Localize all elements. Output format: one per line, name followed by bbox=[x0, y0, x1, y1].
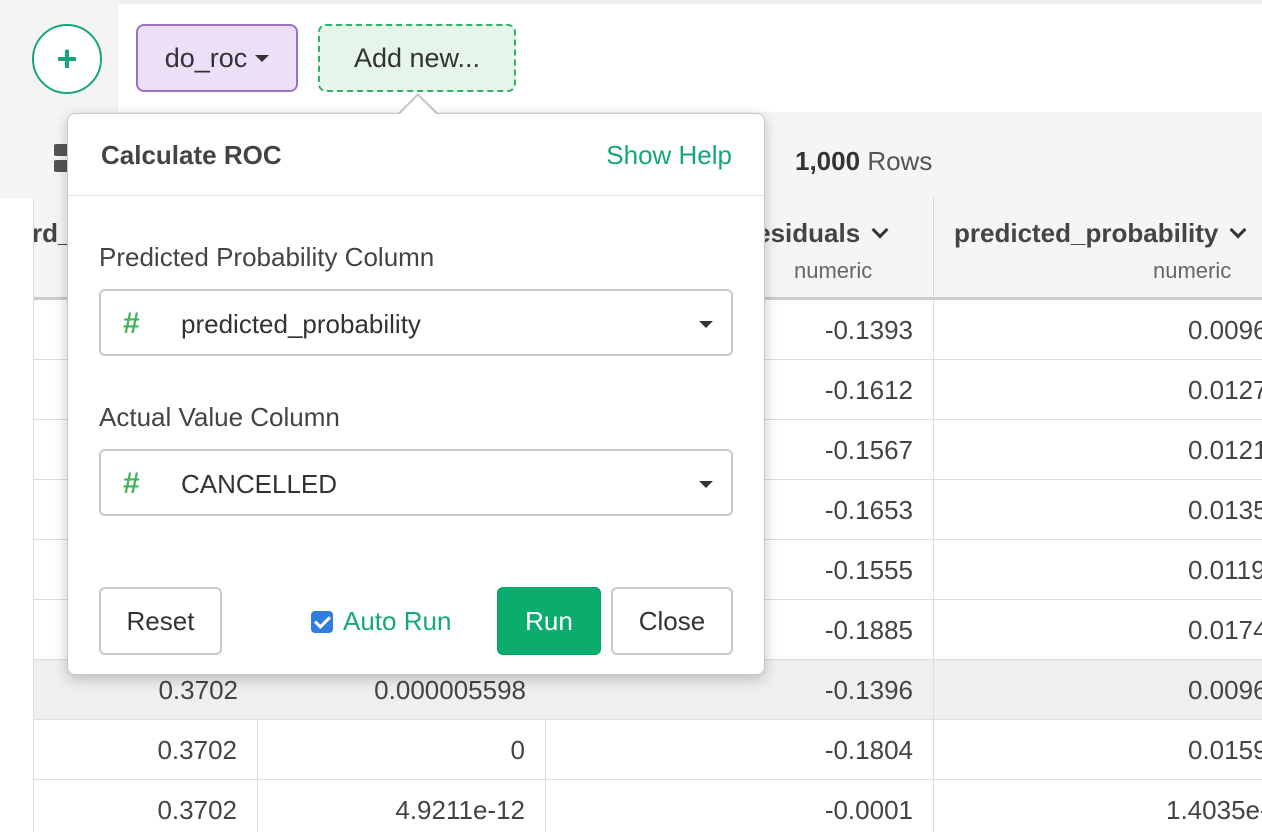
add-new-step-button[interactable]: Add new... bbox=[318, 24, 516, 92]
predicted-probability-select[interactable]: # predicted_probability bbox=[99, 289, 733, 356]
table-cell: 0.3702 bbox=[34, 720, 258, 780]
add-step-button[interactable]: + bbox=[32, 24, 102, 94]
table-cell: 0.0096 bbox=[934, 660, 1262, 720]
table-cell: 0.0121 bbox=[934, 420, 1262, 480]
row-count-suffix: Rows bbox=[867, 146, 933, 176]
plus-icon: + bbox=[56, 38, 78, 79]
column-type: numeric bbox=[1153, 258, 1232, 283]
calculate-roc-popover: Calculate ROC Show Help Predicted Probab… bbox=[67, 113, 765, 675]
show-help-link[interactable]: Show Help bbox=[606, 140, 732, 171]
table-cell: 4.9211e-12 bbox=[258, 780, 546, 832]
run-label: Run bbox=[525, 605, 573, 636]
table-cell: 1.4035e-9 bbox=[934, 780, 1262, 832]
table-row: 0.3702 0 -0.1804 0.0159 bbox=[34, 720, 1262, 780]
auto-run-label: Auto Run bbox=[343, 606, 452, 636]
chevron-down-icon bbox=[699, 321, 713, 328]
close-button[interactable]: Close bbox=[611, 587, 733, 655]
run-button[interactable]: Run bbox=[497, 587, 601, 655]
table-row: 0.3702 4.9211e-12 -0.0001 1.4035e-9 bbox=[34, 780, 1262, 832]
chevron-down-icon[interactable] bbox=[871, 221, 889, 239]
chevron-down-icon[interactable] bbox=[1229, 221, 1247, 239]
chevron-down-icon bbox=[255, 54, 270, 62]
add-new-label: Add new... bbox=[353, 42, 481, 73]
auto-run-toggle[interactable]: Auto Run bbox=[311, 606, 451, 637]
table-cell: 0.3702 bbox=[34, 780, 258, 832]
auto-run-checkbox[interactable] bbox=[311, 610, 333, 633]
table-cell: 0.0096 bbox=[934, 300, 1262, 360]
popover-arrow-fill bbox=[399, 96, 437, 115]
actual-value-value: CANCELLED bbox=[181, 469, 338, 499]
popover-header: Calculate ROC Show Help bbox=[68, 114, 764, 196]
actual-value-select[interactable]: # CANCELLED bbox=[99, 449, 733, 516]
actual-value-label: Actual Value Column bbox=[99, 402, 340, 432]
reset-button[interactable]: Reset bbox=[99, 587, 222, 655]
table-cell: 0.0135 bbox=[934, 480, 1262, 540]
table-cell: -0.1804 bbox=[546, 720, 934, 780]
table-cell: 0.0119 bbox=[934, 540, 1262, 600]
table-cell: 0.0127 bbox=[934, 360, 1262, 420]
column-name: residuals bbox=[746, 218, 889, 249]
table-cell: 0.0159 bbox=[934, 720, 1262, 780]
chevron-down-icon bbox=[699, 481, 713, 488]
column-type: numeric bbox=[794, 258, 873, 283]
predicted-probability-label: Predicted Probability Column bbox=[99, 242, 435, 272]
table-cell: 0.0174 bbox=[934, 600, 1262, 660]
numeric-type-icon: # bbox=[123, 467, 140, 500]
table-cell: -0.0001 bbox=[546, 780, 934, 832]
numeric-type-icon: # bbox=[123, 307, 140, 340]
column-header-predicted-probability[interactable]: predicted_probability numeric bbox=[934, 198, 1262, 300]
table-cell: 0 bbox=[258, 720, 546, 780]
popover-title: Calculate ROC bbox=[101, 140, 282, 170]
top-strip bbox=[118, 0, 1262, 4]
close-label: Close bbox=[638, 605, 706, 636]
reset-label: Reset bbox=[126, 605, 195, 636]
row-count: 1,000 Rows bbox=[795, 146, 932, 177]
row-count-number: 1,000 bbox=[795, 146, 861, 176]
step-tab-do-roc[interactable]: do_roc bbox=[136, 24, 298, 92]
column-name: predicted_probability bbox=[954, 218, 1247, 249]
step-tab-label: do_roc bbox=[164, 42, 248, 73]
predicted-probability-value: predicted_probability bbox=[181, 309, 421, 339]
